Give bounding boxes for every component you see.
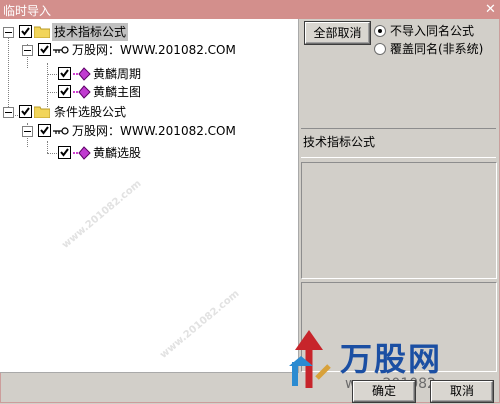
source-label[interactable]: 万股网：WWW.201082.COM [72,41,236,59]
group-checkbox[interactable] [19,105,32,118]
cancel-button[interactable]: 取消 [431,381,493,402]
tree-guide-line [8,37,9,115]
window-title: 临时导入 [3,4,52,18]
group-checkbox[interactable] [19,25,32,38]
radio-button[interactable] [374,43,386,55]
formula-checkbox[interactable] [58,85,71,98]
formula-tree[interactable]: 技术指标公式 万股网：WWW.201082.COM 黄麟周期 黄麟主图 条件选股… [0,19,299,373]
tree-guide-line [47,141,48,153]
formula-checkbox[interactable] [58,146,71,159]
formula-label[interactable]: 黄麟主图 [93,83,141,101]
formula-description-panel [301,162,497,279]
formula-checkbox[interactable] [58,67,71,80]
watermark-url: www.201082.com [158,288,242,361]
key-icon [53,46,69,54]
deselect-all-button[interactable]: 全部取消 [305,22,370,44]
group-label[interactable]: 条件选股公式 [54,103,126,121]
watermark-url: www.201082.com [60,178,144,251]
folder-icon [34,26,50,38]
collapse-toggle-icon[interactable] [3,107,14,118]
ok-button[interactable]: 确定 [353,381,415,402]
group-label[interactable]: 技术指标公式 [52,23,129,41]
radio-button[interactable] [374,25,386,37]
radio-label: 不导入同名公式 [390,24,475,38]
formula-icon [73,67,91,81]
collapse-toggle-icon[interactable] [3,27,14,38]
brand-watermark: 万股网 [340,340,443,378]
formula-icon [73,85,91,99]
source-label[interactable]: 万股网：WWW.201082.COM [72,122,236,140]
key-icon [53,127,69,135]
source-checkbox[interactable] [38,124,51,137]
formula-type-header: 技术指标公式 [301,128,496,158]
formula-label[interactable]: 黄麟周期 [93,65,141,83]
brand-logo-icon [289,330,331,388]
source-checkbox[interactable] [38,43,51,56]
formula-icon [73,146,91,160]
formula-label[interactable]: 黄麟选股 [93,144,141,162]
radio-label: 覆盖同名(非系统) [390,42,484,56]
folder-icon [34,106,50,118]
formula-type-label: 技术指标公式 [303,135,376,149]
title-bar[interactable]: 临时导入 ✕ [0,0,500,19]
tree-guide-line [47,63,48,107]
collapse-toggle-icon[interactable] [22,45,33,56]
close-icon[interactable]: ✕ [484,3,497,16]
collapse-toggle-icon[interactable] [22,126,33,137]
